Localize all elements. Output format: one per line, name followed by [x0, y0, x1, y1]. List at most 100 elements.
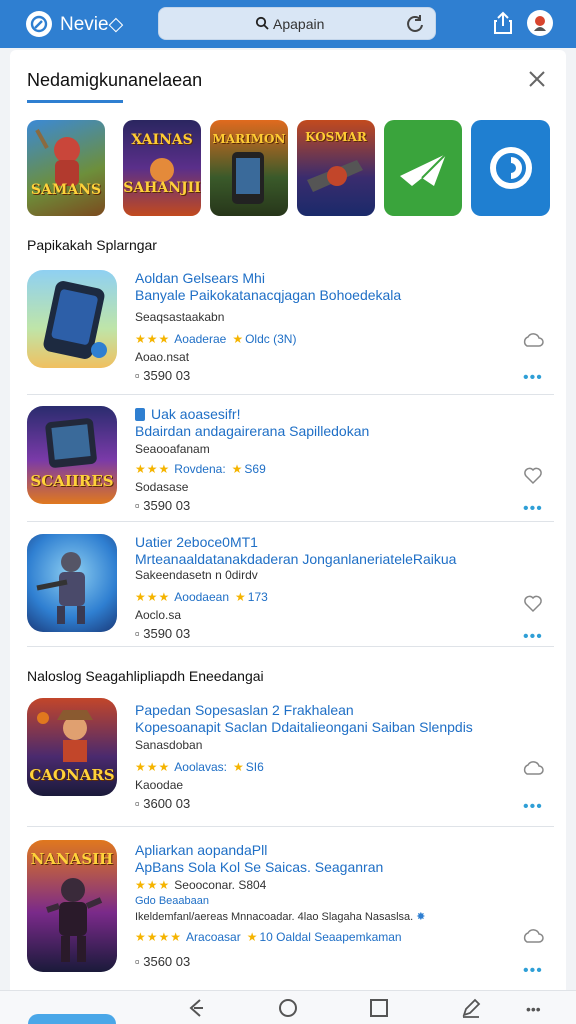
cloud-download-icon[interactable] [522, 926, 544, 948]
featured-app-thumb[interactable]: KOSMAR [297, 120, 375, 216]
featured-panel: Nedamigkunanelaean SAMANS XAINAS SAHANJI… [10, 50, 566, 1020]
size-value: 3560 03 [143, 954, 191, 969]
next-card-peek [28, 1014, 116, 1024]
list-item[interactable]: Aoldan Gelsears Mhi Banyale Paikokatanac… [27, 270, 554, 392]
size-value: 3590 03 [143, 498, 191, 513]
avatar-icon[interactable] [527, 10, 553, 36]
rating-label: Aoodaean [174, 590, 230, 604]
more-icon[interactable]: ••• [526, 1001, 548, 1023]
app-rating: ★★★★ Aracoasar ★ 10 Oaldal Seaapemkaman [135, 930, 402, 944]
app-icon [27, 534, 117, 632]
app-developer: Sanasdoban [135, 738, 203, 752]
featured-app-thumb[interactable]: XAINAS SAHANJII [123, 120, 201, 216]
app-rating: ★★★ Aoolavas: ★ SI6 [135, 760, 264, 774]
app-name: Uak aoasesifr! [135, 406, 240, 422]
app-subtitle: Kopesoanapit Saclan Ddaitalieongani Saib… [135, 719, 473, 735]
app-meta: Kaoodae [135, 778, 184, 792]
app-subtitle: Banyale Paikokatanacqjagan Bohoedekala [135, 287, 402, 303]
rating-label: Rovdena: [174, 462, 226, 476]
gear-icon[interactable]: ✸ [416, 911, 425, 923]
rating-extra: Oldc (3N) [245, 332, 297, 346]
brand-name: Nevie◇ [60, 14, 124, 35]
divider [27, 646, 554, 647]
app-name: Aoldan Gelsears Mhi [135, 270, 265, 286]
recents-icon[interactable] [368, 997, 390, 1019]
size-value: 3590 03 [143, 368, 191, 383]
close-icon[interactable] [526, 68, 548, 90]
divider [27, 521, 554, 522]
thumb-top-caption: XAINAS [131, 132, 193, 148]
list-item[interactable]: CAONARS Papedan Sopesaslan 2 Frakhalean … [27, 698, 554, 824]
app-developer: Sakeendasetn n 0dirdv [135, 568, 258, 582]
divider [27, 826, 554, 827]
cloud-download-icon[interactable] [522, 758, 544, 780]
app-size: ▫ 3590 03 [135, 368, 191, 383]
app-developer: Seaqsastaakabn [135, 310, 225, 324]
heart-icon[interactable] [522, 592, 544, 614]
list-item[interactable]: NANASIH Apliarkan aopandaPll ApBans Sola… [27, 840, 554, 980]
rating-extra: S69 [244, 462, 266, 476]
app-icon: NANASIH [27, 840, 117, 972]
app-rating: ★★★ Rovdena: ★ S69 [135, 462, 266, 476]
app-name: Apliarkan aopandaPll [135, 842, 268, 858]
app-subtitle: Mrteanaaldatanakdaderan Jonganlaneriatel… [135, 551, 457, 567]
refresh-icon[interactable] [405, 14, 425, 39]
size-value: 3600 03 [143, 796, 191, 811]
app-developer: Seaooafanam [135, 442, 210, 456]
back-icon[interactable] [186, 997, 208, 1019]
app-developer: ★★★ Seooconar. S804 [135, 878, 267, 892]
search-icon [255, 16, 269, 35]
more-options-button[interactable]: ••• [523, 963, 547, 979]
more-options-button[interactable]: ••• [523, 629, 547, 645]
thumb-caption: SAHANJII [123, 180, 201, 196]
app-badge-icon [135, 408, 145, 421]
panel-title: Nedamigkunanelaean [27, 70, 203, 90]
app-extra-label: Gdo Beaabaan [135, 895, 210, 907]
app-meta: Sodasase [135, 480, 189, 494]
developer-text: Seooconar. S804 [174, 878, 267, 892]
rating-extra: 10 Oaldal Seaapemkaman [259, 930, 402, 944]
icon-caption: SCAIIRES [30, 472, 114, 490]
section-label: Naloslog Seagahlipliapdh Eneedangai [27, 668, 264, 684]
app-name: Papedan Sopesaslan 2 Frakhalean [135, 702, 354, 718]
section-label: Papikakah Splarngar [27, 237, 157, 253]
cloud-download-icon[interactable] [522, 330, 544, 352]
thumb-top-caption: KOSMAR [305, 130, 367, 144]
home-icon[interactable] [277, 997, 299, 1019]
app-icon: SCAIIRES [27, 406, 117, 504]
featured-app-thumb[interactable]: MARIMON [210, 120, 288, 216]
thumb-caption: SAMANS [30, 182, 102, 198]
brand-logo-icon[interactable] [26, 11, 52, 37]
extra-line-text: Ikeldemfanl/aereas Mnnacoadar. 4lao Slag… [135, 911, 414, 923]
featured-app-thumb[interactable] [471, 120, 550, 216]
title-underline [27, 100, 123, 103]
featured-app-thumb[interactable] [384, 120, 462, 216]
rating-extra: 173 [247, 590, 268, 604]
list-item[interactable]: SCAIIRES Uak aoasesifr! Bdairdan andagai… [27, 406, 554, 524]
heart-icon[interactable] [522, 464, 544, 486]
app-subtitle: ApBans Sola Kol Se Saicas. Seaganran [135, 859, 384, 875]
app-extra-line: Ikeldemfanl/aereas Mnnacoadar. 4lao Slag… [135, 910, 426, 923]
rating-label: Aracoasar [186, 930, 241, 944]
app-meta: Aoclo.sa [135, 608, 182, 622]
more-options-button[interactable]: ••• [523, 370, 547, 386]
app-size: ▫ 3600 03 [135, 796, 191, 811]
app-rating: ★★★ Aoaderae ★ Oldc (3N) [135, 332, 297, 346]
search-bar[interactable]: Apapain [158, 7, 436, 40]
more-options-button[interactable]: ••• [523, 799, 547, 815]
search-input[interactable]: Apapain [273, 16, 324, 32]
featured-app-thumb[interactable]: SAMANS [27, 120, 105, 216]
rating-label: Aoaderae [174, 332, 227, 346]
size-value: 3590 03 [143, 626, 191, 641]
rating-extra: SI6 [245, 760, 264, 774]
more-options-button[interactable]: ••• [523, 501, 547, 517]
share-icon[interactable] [492, 11, 514, 40]
list-item[interactable]: Uatier 2eboce0MT1 Mrteanaaldatanakdadera… [27, 534, 554, 652]
edit-icon[interactable] [460, 997, 482, 1019]
featured-thumbnails: SAMANS XAINAS SAHANJII MARIMON KOSMAR [27, 120, 552, 216]
app-size: ▫ 3560 03 [135, 954, 191, 969]
app-meta: Aoao.nsat [135, 350, 190, 364]
icon-caption: NANASIH [30, 850, 114, 868]
app-icon [27, 270, 117, 368]
top-app-bar: Nevie◇ Apapain [0, 0, 576, 48]
